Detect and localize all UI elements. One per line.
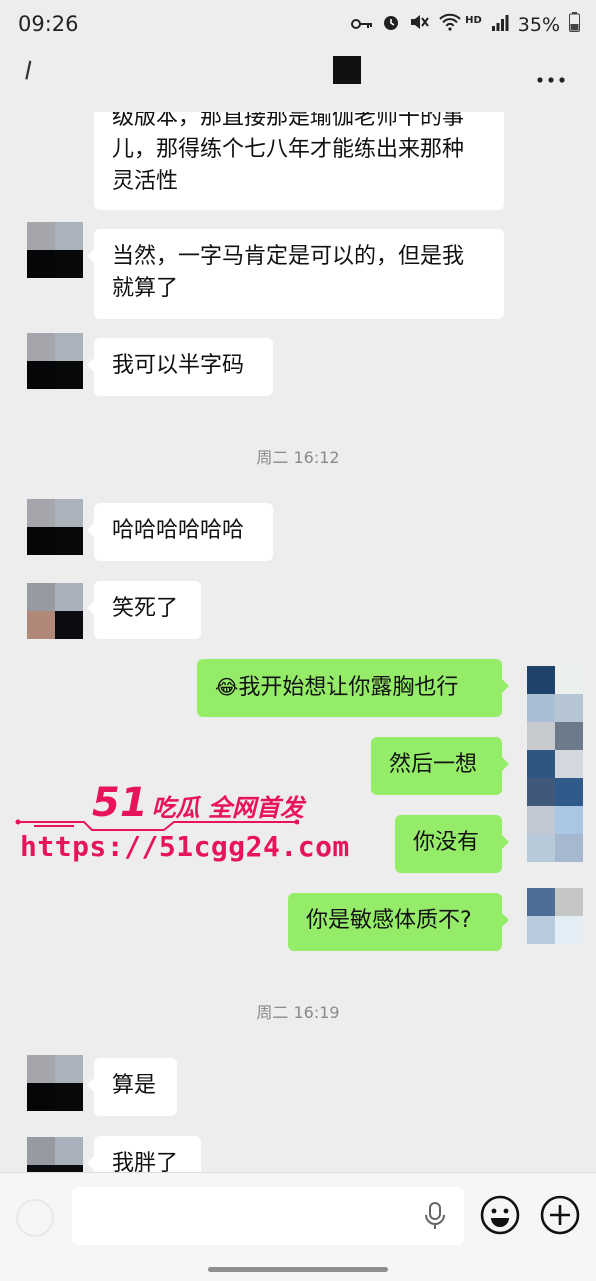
message-text: 笑死了 — [112, 596, 179, 621]
status-bar: 09:26 HD 35% — [0, 0, 596, 52]
message-text: 哈哈哈哈哈哈 — [112, 518, 245, 543]
message-bubble-incoming[interactable]: 笑死了 — [87, 581, 201, 639]
wifi-icon — [438, 13, 462, 36]
laughing-emoji-icon: 😂 — [215, 675, 239, 699]
more-icon-overlay[interactable] — [536, 54, 566, 88]
message-text: 你是敏感体质不? — [306, 908, 472, 933]
message-bubble-outgoing[interactable]: 你没有 — [395, 815, 509, 873]
message-bubble-outgoing[interactable]: 你是敏感体质不? — [288, 893, 509, 951]
timestamp: 周二 16:12 — [256, 448, 340, 467]
avatar-contact[interactable] — [27, 499, 83, 555]
mute-icon — [409, 13, 429, 36]
title-bar-background — [0, 52, 596, 112]
avatar-self[interactable] — [527, 888, 583, 944]
message-text: 算是 — [112, 1073, 157, 1098]
key-icon — [351, 14, 373, 36]
avatar-self[interactable] — [527, 666, 583, 862]
alarm-icon — [382, 13, 400, 36]
battery-level: 35% — [517, 13, 560, 36]
avatar-contact[interactable] — [27, 1055, 83, 1111]
avatar-contact[interactable] — [27, 333, 83, 389]
message-text: 我开始想让你露胸也行 — [238, 675, 459, 700]
battery-icon — [569, 12, 580, 37]
avatar-contact[interactable] — [27, 583, 83, 639]
message-text: 你没有 — [413, 830, 480, 855]
plus-icon[interactable] — [540, 1195, 580, 1235]
message-line: 灵活性 — [112, 169, 179, 194]
message-text: 然后一想 — [389, 752, 478, 777]
watermark-url: https://51cgg24.com — [20, 830, 350, 863]
status-time: 09:26 — [18, 12, 79, 36]
message-bubble-incoming[interactable]: 我可以半字码 — [87, 338, 273, 396]
message-input[interactable] — [72, 1187, 464, 1245]
message-bubble-incoming[interactable]: 当然，一字马肯定是可以的，但是我 就算了 — [87, 229, 504, 319]
message-line: 就算了 — [112, 276, 179, 301]
emoji-icon[interactable] — [480, 1195, 520, 1235]
timestamp: 周二 16:19 — [256, 1003, 340, 1022]
mic-icon[interactable] — [424, 1201, 446, 1235]
message-text: 我可以半字码 — [112, 353, 245, 378]
message-bubble-incoming[interactable]: 算是 — [87, 1058, 177, 1116]
message-line: 当然，一字马肯定是可以的，但是我 — [112, 244, 465, 269]
avatar-contact[interactable] — [27, 222, 83, 278]
message-bubble-outgoing[interactable]: 然后一想 — [371, 737, 509, 795]
home-indicator[interactable] — [208, 1267, 388, 1272]
message-bubble-incoming[interactable]: 哈哈哈哈哈哈 — [87, 503, 273, 561]
title-block-overlay — [333, 56, 361, 84]
hd-icon: HD — [465, 15, 482, 26]
signal-icon — [491, 14, 509, 36]
message-bubble-outgoing[interactable]: 😂我开始想让你露胸也行 — [197, 659, 509, 717]
message-line: 儿，那得练个七八年才能练出来那种 — [112, 137, 465, 162]
voice-toggle-icon[interactable] — [16, 1199, 54, 1237]
status-icons: HD 35% — [351, 12, 580, 37]
input-bar — [0, 1172, 596, 1281]
